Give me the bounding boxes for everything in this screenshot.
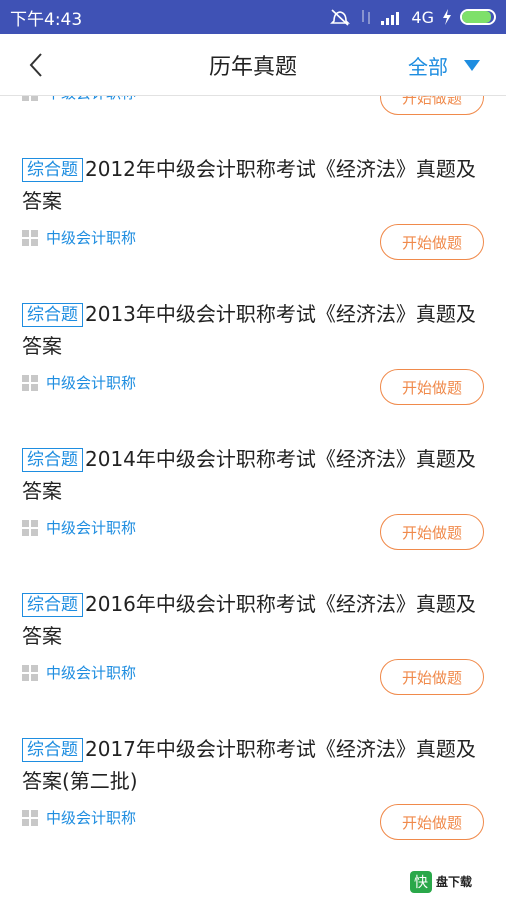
tag-badge: 综合题	[22, 593, 83, 617]
status-bar: 下午4:43 4G	[0, 0, 506, 34]
item-title[interactable]: 综合题 2012年中级会计职称考试《经济法》真题及答案	[22, 153, 482, 217]
item-title[interactable]: 综合题 2013年中级会计职称考试《经济法》真题及答案	[22, 298, 482, 362]
category-label: 中级会计职称	[46, 96, 136, 103]
item-meta: 中级会计职称	[22, 96, 136, 103]
item-meta: 中级会计职称	[22, 372, 136, 393]
grid-icon	[22, 519, 38, 536]
data-arrows-icon	[362, 10, 371, 24]
list-item[interactable]: 综合题 2014年中级会计职称考试《经济法》真题及答案 中级会计职称 开始做题	[0, 396, 506, 550]
category-label: 中级会计职称	[46, 519, 137, 537]
grid-icon	[22, 374, 38, 391]
grid-icon	[22, 96, 38, 101]
mute-icon	[330, 9, 351, 26]
item-meta: 中级会计职称	[22, 807, 136, 828]
network-type: 4G	[411, 7, 434, 27]
list-item[interactable]: 综合题2011年中级会计职称考试《经济法》真题及答案中级会计职称开始做题	[0, 96, 506, 115]
category-label: 中级会计职称	[46, 664, 137, 682]
grid-icon	[22, 229, 38, 246]
app-bar: 历年真题 全部	[0, 34, 506, 96]
item-title-text: 2014年中级会计职称考试《经济法》真题及答案	[22, 447, 476, 503]
item-meta: 中级会计职称	[22, 227, 136, 248]
item-title-text: 2016年中级会计职称考试《经济法》真题及答案	[22, 592, 476, 648]
status-time: 下午4:43	[10, 9, 83, 30]
category-label: 中级会计职称	[46, 374, 137, 392]
grid-icon	[22, 664, 38, 681]
item-meta: 中级会计职称	[22, 517, 136, 538]
battery-icon	[460, 9, 496, 25]
signal-icon	[381, 12, 400, 25]
back-button[interactable]	[22, 50, 52, 80]
item-title[interactable]: 综合题 2016年中级会计职称考试《经济法》真题及答案	[22, 588, 482, 652]
watermark-text: 盘下载	[436, 875, 473, 889]
chevron-left-icon	[29, 53, 42, 77]
item-title[interactable]: 综合题 2014年中级会计职称考试《经济法》真题及答案	[22, 443, 482, 507]
category-label: 中级会计职称	[46, 809, 137, 827]
tag-badge: 综合题	[22, 738, 83, 762]
grid-icon	[22, 809, 38, 826]
filter-dropdown[interactable]: 全部	[408, 34, 480, 96]
tag-badge: 综合题	[22, 303, 83, 327]
item-title[interactable]: 综合题 2017年中级会计职称考试《经济法》真题及答案(第二批)	[22, 733, 482, 797]
start-quiz-button[interactable]: 开始做题	[380, 804, 484, 840]
status-icons: 4G	[329, 8, 496, 27]
charging-icon	[443, 9, 451, 25]
tag-badge: 综合题	[22, 448, 83, 472]
item-title-text: 2013年中级会计职称考试《经济法》真题及答案	[22, 302, 476, 358]
list-item[interactable]: 综合题 2017年中级会计职称考试《经济法》真题及答案(第二批) 中级会计职称 开始做…	[0, 686, 506, 840]
list-item[interactable]: 综合题 2016年中级会计职称考试《经济法》真题及答案 中级会计职称 开始做题	[0, 541, 506, 695]
caret-down-icon	[464, 59, 480, 71]
watermark-logo: 快	[410, 871, 432, 893]
category-label: 中级会计职称	[46, 229, 137, 247]
question-list[interactable]: 综合题2011年中级会计职称考试《经济法》真题及答案中级会计职称开始做题综合题2…	[0, 96, 506, 900]
item-meta: 中级会计职称	[22, 662, 136, 683]
tag-badge: 综合题	[22, 158, 83, 182]
watermark: 快 盘下载	[406, 868, 502, 896]
filter-label: 全部	[408, 54, 448, 79]
list-item[interactable]: 综合题 2012年中级会计职称考试《经济法》真题及答案 中级会计职称 开始做题	[0, 106, 506, 260]
item-title-text: 2017年中级会计职称考试《经济法》真题及答案(第二批)	[22, 737, 476, 793]
list-item[interactable]: 综合题 2013年中级会计职称考试《经济法》真题及答案 中级会计职称 开始做题	[0, 251, 506, 405]
item-title-text: 2012年中级会计职称考试《经济法》真题及答案	[22, 157, 476, 213]
